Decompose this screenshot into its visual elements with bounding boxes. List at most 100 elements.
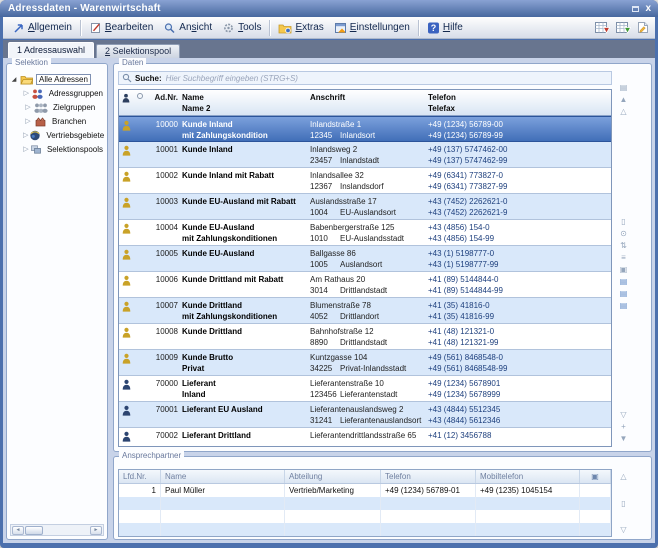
tree-item-vertriebsgebiete[interactable]: ▷Vertriebsgebiete [9,128,105,142]
scrollbar-thumb[interactable] [25,526,43,535]
expander-collapsed-icon[interactable]: ▷ [23,145,29,153]
address-telefon: +43 (7452) 2262621-0+43 (7452) 2262621-9 [428,196,611,219]
scroll-down-icon[interactable]: ▽ [620,411,626,419]
content-area: Selektion ◢Alle Adressen▷Adressgruppen▷Z… [3,58,655,543]
scroll-to-top-icon[interactable]: ▲ [620,96,628,104]
address-name: Lieferant Drittland [182,430,310,447]
search-input[interactable] [166,73,608,84]
scroll-down-icon[interactable]: ▽ [620,526,626,534]
pin-icon[interactable]: ▯ [621,218,625,226]
address-row[interactable]: 10001Kunde InlandInlandsweg 223457Inland… [119,142,611,168]
contact-row-empty[interactable] [119,523,611,536]
column-header-adnr[interactable]: Ad.Nr. [146,92,182,115]
address-row[interactable]: 10007Kunde Drittlandmit Zahlungskonditio… [119,298,611,324]
expander-expanded-icon[interactable]: ◢ [9,76,19,83]
scroll-left-button[interactable] [12,526,24,535]
address-table-body: 10000Kunde Inlandmit ZahlungskonditionIn… [119,116,611,447]
lieferant-person-icon [119,404,133,427]
filter-rows-icon[interactable]: ≡ [621,254,626,262]
address-row[interactable]: 10004Kunde EU-Auslandmit Zahlungskonditi… [119,220,611,246]
scroll-up-icon[interactable]: △ [620,473,626,481]
expander-collapsed-icon[interactable]: ▷ [23,103,33,111]
address-number: 10002 [146,170,182,193]
expander-collapsed-icon[interactable]: ▷ [23,117,33,125]
contacts-column-header-telefon[interactable]: Telefon [381,470,476,483]
tree-item-branchen[interactable]: ▷Branchen [9,114,105,128]
person-column-header[interactable] [119,92,133,115]
address-row[interactable]: 10002Kunde Inland mit RabattInlandsallee… [119,168,611,194]
status-cell [133,196,146,219]
kunde-person-icon [119,196,133,219]
insert-row-icon[interactable]: + [621,423,626,431]
expander-collapsed-icon[interactable]: ▷ [23,131,28,139]
column-header-anschrift[interactable]: Anschrift [310,92,428,115]
menu-bearbeiten[interactable]: Bearbeiten [84,19,158,37]
address-name: Kunde Drittland [182,326,310,349]
kunde-person-icon [119,222,133,245]
sort-rows-icon[interactable]: ⇅ [620,242,627,250]
address-row[interactable]: 70001Lieferant EU AuslandLieferantenausl… [119,402,611,428]
address-row[interactable]: 10003Kunde EU-Ausland mit RabattAuslands… [119,194,611,220]
menu-ansicht[interactable]: Ansicht [158,19,217,37]
contact-row[interactable]: 1Paul MüllerVertrieb/Marketing+49 (1234)… [119,484,611,497]
address-row[interactable]: 10000Kunde Inlandmit ZahlungskonditionIn… [119,116,611,142]
address-anschrift: Lieferantenauslandsweg 231241Lieferanten… [310,404,428,427]
table-export-icon[interactable] [594,21,610,34]
column-header-telefon[interactable]: TelefonTelefax [428,92,611,115]
address-row[interactable]: 10005Kunde EU-AuslandBallgasse 861005Aus… [119,246,611,272]
tabstrip: 1 Adressauswahl2 Selektionspool [3,40,655,58]
address-row[interactable]: 10008Kunde DrittlandBahnhofstraße 128890… [119,324,611,350]
view-normal-icon[interactable]: ▤ [620,278,628,286]
address-name: Kunde Inlandmit Zahlungskondition [182,119,310,141]
address-row[interactable]: 70000LieferantInlandLieferantenstraße 10… [119,376,611,402]
tab-2-selektionspool[interactable]: 2 Selektionspool [96,44,180,58]
tree-item-alle-adressen[interactable]: ◢Alle Adressen [9,72,105,86]
status-cell [133,430,146,447]
address-name: Kunde Drittland mit Rabatt [182,274,310,297]
address-row[interactable]: 10006Kunde Drittland mit RabattAm Rathau… [119,272,611,298]
tree-item-zielgruppen[interactable]: ▷Zielgruppen [9,100,105,114]
scroll-up-icon[interactable]: △ [620,108,626,116]
new-document-icon[interactable] [636,21,649,34]
contacts-column-header-name[interactable]: Name [161,470,285,483]
tree-item-label: Adressgruppen [47,89,105,98]
tree-item-adressgruppen[interactable]: ▷ Adressgruppen [9,86,105,100]
address-row[interactable]: 10009Kunde BruttoPrivatKuntzgasse 104342… [119,350,611,376]
status-column-header[interactable] [133,92,146,115]
address-row[interactable]: 70002Lieferant DrittlandLieferantendritt… [119,428,611,447]
copy-rows-icon[interactable]: ▣ [620,266,628,274]
contacts-column-header-lfd-nr-[interactable]: Lfd.Nr. [119,470,161,483]
address-name: Kunde EU-Ausland mit Rabatt [182,196,310,219]
menu-tools[interactable]: Tools [217,19,266,37]
view-list-icon[interactable]: ▤ [620,302,628,310]
search-bar[interactable]: Suche: [118,71,612,85]
contacts-column-header-abteilung[interactable]: Abteilung [285,470,381,483]
folder-star-icon [278,22,292,34]
menu-extras[interactable]: Extras [273,19,328,37]
tree-item-selektionspools[interactable]: ▷Selektionspools [9,142,105,156]
search-rows-icon[interactable]: ⊙ [620,230,627,238]
table-import-icon[interactable] [615,21,631,34]
menu-einstellungen[interactable]: Einstellungen [329,19,415,37]
restore-window-button[interactable] [632,6,639,12]
copy-icon[interactable]: ▣ [591,472,599,481]
pin-icon[interactable]: ▯ [621,500,625,508]
address-name: Lieferant EU Ausland [182,404,310,427]
status-cell [133,248,146,271]
column-header-name[interactable]: NameName 2 [182,92,310,115]
scroll-right-button[interactable] [90,526,102,535]
view-compact-icon[interactable]: ▤ [620,290,628,298]
column-chooser-icon[interactable]: ▤ [620,84,628,92]
expander-collapsed-icon[interactable]: ▷ [23,89,30,97]
kunde-person-icon [119,352,133,375]
tab-1-adressauswahl[interactable]: 1 Adressauswahl [8,42,94,58]
contacts-column-header-mobiltelefon[interactable]: Mobiltelefon [476,470,580,483]
titlebar[interactable]: Adressdaten - Warenwirtschaft [0,0,658,17]
contact-row-empty[interactable] [119,497,611,510]
scroll-to-bottom-icon[interactable]: ▼ [620,435,628,443]
contact-row-empty[interactable] [119,510,611,523]
menu-hilfe[interactable]: ?Hilfe [422,19,468,37]
menu-allgemein[interactable]: Allgemein [7,19,77,37]
edit-page-icon [89,22,102,34]
close-window-button[interactable] [645,4,651,14]
